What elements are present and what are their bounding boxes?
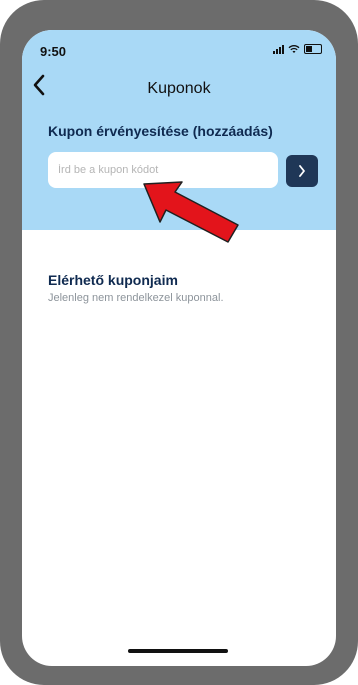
- available-coupons-empty-text: Jelenleg nem rendelkezel kuponnal.: [48, 292, 224, 304]
- app-screen: 9:50 Kuponok Kupon érvényesítése (hozzáa…: [22, 30, 336, 666]
- coupon-section-title: Kupon érvényesítése (hozzáadás): [48, 123, 273, 139]
- red-arrow-annotation: [142, 180, 242, 251]
- chevron-right-icon: [299, 165, 305, 177]
- nav-bar: Kuponok: [22, 72, 336, 106]
- available-coupons-title: Elérhető kuponjaim: [48, 272, 178, 288]
- page-title: Kuponok: [147, 80, 211, 97]
- phone-frame: 9:50 Kuponok Kupon érvényesítése (hozzáa…: [0, 0, 358, 685]
- home-indicator[interactable]: [128, 649, 228, 653]
- wifi-icon: [288, 45, 300, 53]
- status-bar: 9:50: [22, 40, 336, 60]
- submit-coupon-button[interactable]: [286, 155, 318, 187]
- signal-icon: [273, 44, 284, 54]
- battery-icon: [304, 44, 322, 54]
- status-time: 9:50: [40, 44, 67, 59]
- status-icons: [273, 44, 322, 54]
